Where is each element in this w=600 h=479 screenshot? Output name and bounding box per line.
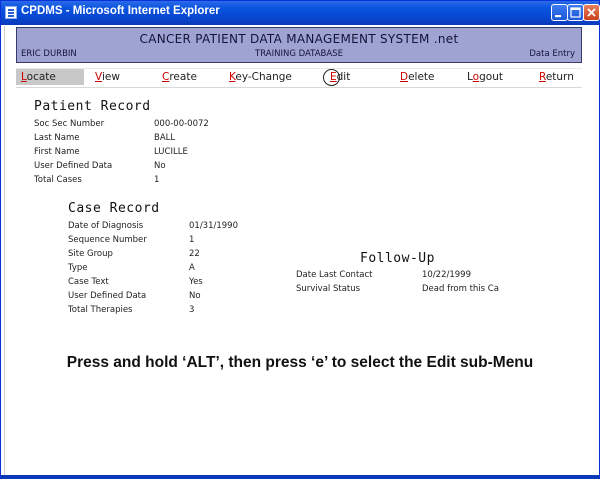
- field-value: 22: [189, 249, 200, 259]
- field-value: 000-00-0072: [154, 119, 209, 129]
- system-title: CANCER PATIENT DATA MANAGEMENT SYSTEM .n…: [139, 32, 459, 46]
- field-value: A: [189, 263, 195, 273]
- field-value: No: [154, 161, 166, 171]
- field-label: Type: [68, 263, 88, 273]
- field-value: LUCILLE: [154, 147, 188, 157]
- window-bottom-border: [1, 475, 599, 479]
- menu-locate[interactable]: Locate: [16, 69, 84, 85]
- field-label: Sequence Number: [68, 235, 147, 245]
- close-icon: [587, 8, 596, 17]
- menu-create[interactable]: Create: [162, 71, 197, 83]
- menu-logout[interactable]: Logout: [467, 71, 503, 83]
- field-value: 1: [154, 175, 160, 185]
- field-label: User Defined Data: [68, 291, 147, 301]
- field-value: 10/22/1999: [422, 270, 471, 280]
- app-banner: CANCER PATIENT DATA MANAGEMENT SYSTEM .n…: [16, 27, 582, 63]
- field-label: Total Cases: [34, 175, 82, 185]
- edit-highlight-circle: [323, 69, 340, 86]
- main-menu: Locate View Create Key-Change Edit Delet…: [16, 68, 582, 88]
- patient-record-title: Patient Record: [34, 99, 151, 114]
- field-value: 1: [189, 235, 195, 245]
- field-label: Case Text: [68, 277, 109, 287]
- ie-page-icon: [5, 6, 17, 19]
- minimize-button[interactable]: [551, 4, 568, 21]
- close-button[interactable]: [583, 4, 600, 21]
- title-bar[interactable]: CPDMS - Microsoft Internet Explorer: [1, 1, 600, 25]
- field-label: Date of Diagnosis: [68, 221, 144, 231]
- case-record-title: Case Record: [68, 201, 160, 216]
- field-value: Yes: [189, 277, 203, 287]
- menu-key-change[interactable]: Key-Change: [229, 71, 292, 83]
- field-value: 01/31/1990: [189, 221, 238, 231]
- field-value: Dead from this Ca: [422, 284, 499, 294]
- menu-view[interactable]: View: [95, 71, 120, 83]
- menu-delete[interactable]: Delete: [400, 71, 435, 83]
- mode-label: Data Entry: [529, 49, 575, 59]
- field-value: No: [189, 291, 201, 301]
- field-label: Survival Status: [296, 284, 361, 294]
- page-content: CANCER PATIENT DATA MANAGEMENT SYSTEM .n…: [4, 26, 597, 475]
- field-label: Total Therapies: [68, 305, 133, 315]
- field-value: BALL: [154, 133, 176, 143]
- minimize-icon: [555, 15, 561, 18]
- field-label: Site Group: [68, 249, 113, 259]
- field-label: First Name: [34, 147, 80, 157]
- maximize-button[interactable]: [567, 4, 584, 21]
- database-name: TRAINING DATABASE: [255, 49, 343, 59]
- browser-window: CPDMS - Microsoft Internet Explorer CANC…: [0, 0, 600, 479]
- field-label: Soc Sec Number: [34, 119, 105, 129]
- window-title: CPDMS - Microsoft Internet Explorer: [21, 5, 220, 17]
- menu-return[interactable]: Return: [539, 71, 574, 83]
- field-label: Date Last Contact: [296, 270, 373, 280]
- field-value: 3: [189, 305, 195, 315]
- follow-up-title: Follow-Up: [360, 251, 435, 266]
- instruction-caption: Press and hold ‘ALT’, then press ‘e’ to …: [66, 354, 534, 371]
- field-label: User Defined Data: [34, 161, 113, 171]
- maximize-icon: [570, 7, 581, 18]
- field-label: Last Name: [34, 133, 80, 143]
